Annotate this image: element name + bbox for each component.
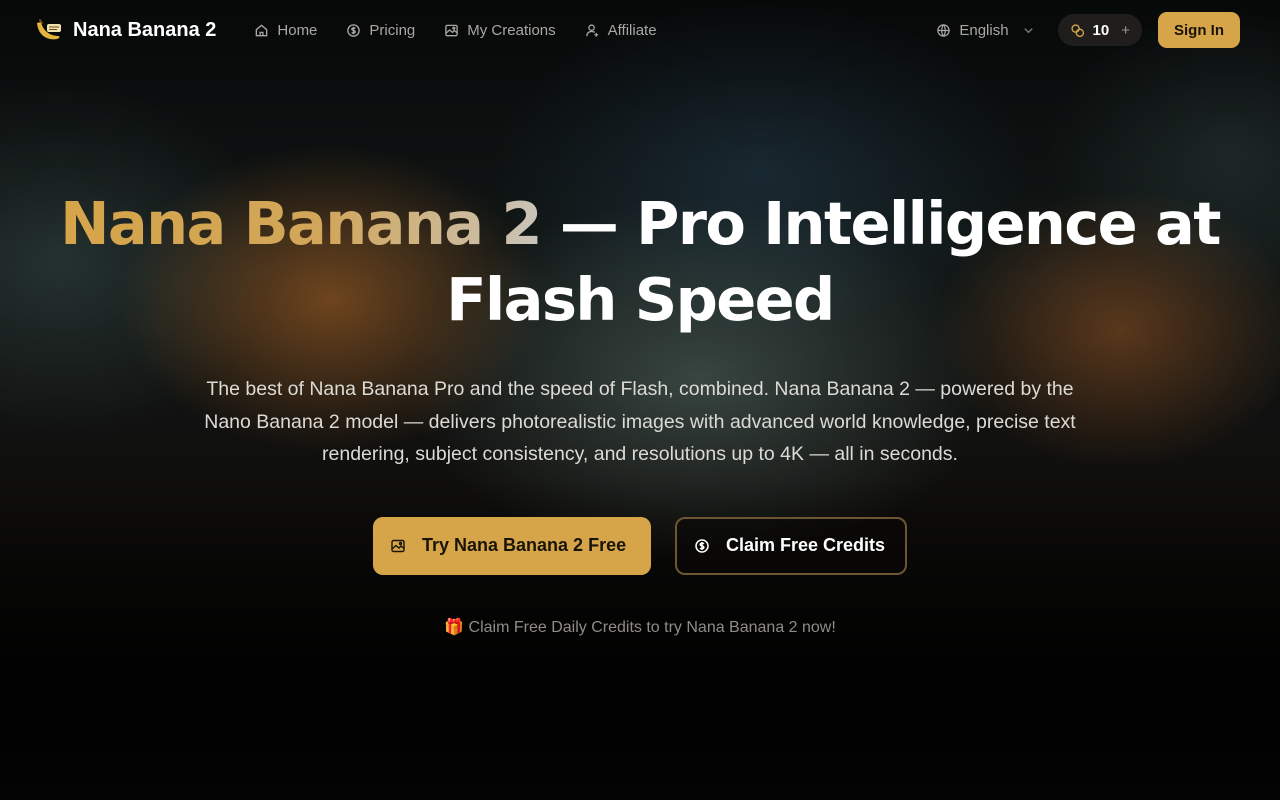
nav-link-label: Home [277, 21, 318, 39]
cta-row: Try Nana Banana 2 Free Claim Free Credit… [0, 516, 1280, 575]
hero-description: The best of Nana Banana Pro and the spee… [204, 378, 1076, 465]
try-free-button[interactable]: Try Nana Banana 2 Free [373, 516, 651, 575]
language-selector[interactable]: English [936, 22, 1035, 39]
claim-credits-label: Claim Free Credits [726, 535, 886, 555]
user-affiliate-icon [585, 23, 598, 37]
nav-link-my-creations[interactable]: My Creations [444, 21, 556, 39]
home-icon [256, 23, 268, 36]
hero-title-accent: Nana Banana 2 [60, 189, 542, 258]
language-label: English [959, 21, 1009, 39]
globe-icon [937, 23, 951, 37]
nav-actions: English 10 + Sign In [936, 12, 1240, 48]
hero-section: Nana Banana 2 — Pro Intelligence at Flas… [0, 186, 1280, 637]
credits-count: 10 [1092, 21, 1110, 39]
add-credits-icon[interactable]: + [1121, 22, 1130, 39]
brand[interactable]: Nana Banana 2 [32, 14, 216, 46]
nav-link-pricing[interactable]: Pricing [346, 22, 415, 39]
image-icon [391, 539, 405, 552]
dollar-circle-icon [347, 23, 361, 37]
hero-title-rest: — Pro Intelligence at Flash Speed [446, 189, 1221, 334]
brand-name: Nana Banana 2 [73, 18, 217, 41]
credits-badge[interactable]: 10 + [1057, 14, 1142, 46]
nav-link-affiliate[interactable]: Affiliate [585, 22, 657, 39]
banana-logo-icon [32, 14, 64, 46]
chevron-down-icon [1023, 27, 1033, 33]
promo-text[interactable]: 🎁 Claim Free Daily Credits to try Nana B… [0, 617, 1280, 637]
main-nav: Home Pricing My Creations Affiliate [254, 21, 657, 39]
dollar-circle-icon [695, 538, 709, 553]
coins-icon [1070, 23, 1084, 37]
sign-in-button[interactable]: Sign In [1158, 12, 1240, 48]
nav-link-label: Pricing [369, 21, 416, 39]
nav-link-label: My Creations [467, 21, 556, 39]
hero-title: Nana Banana 2 — Pro Intelligence at Flas… [0, 186, 1280, 338]
try-free-label: Try Nana Banana 2 Free [422, 535, 627, 555]
top-navbar: Nana Banana 2 Home Pricing My Creations … [0, 0, 1280, 60]
claim-credits-button[interactable]: Claim Free Credits [675, 516, 907, 575]
nav-link-label: Affiliate [607, 21, 657, 39]
nav-link-home[interactable]: Home [254, 22, 317, 39]
gallery-icon [445, 24, 459, 36]
